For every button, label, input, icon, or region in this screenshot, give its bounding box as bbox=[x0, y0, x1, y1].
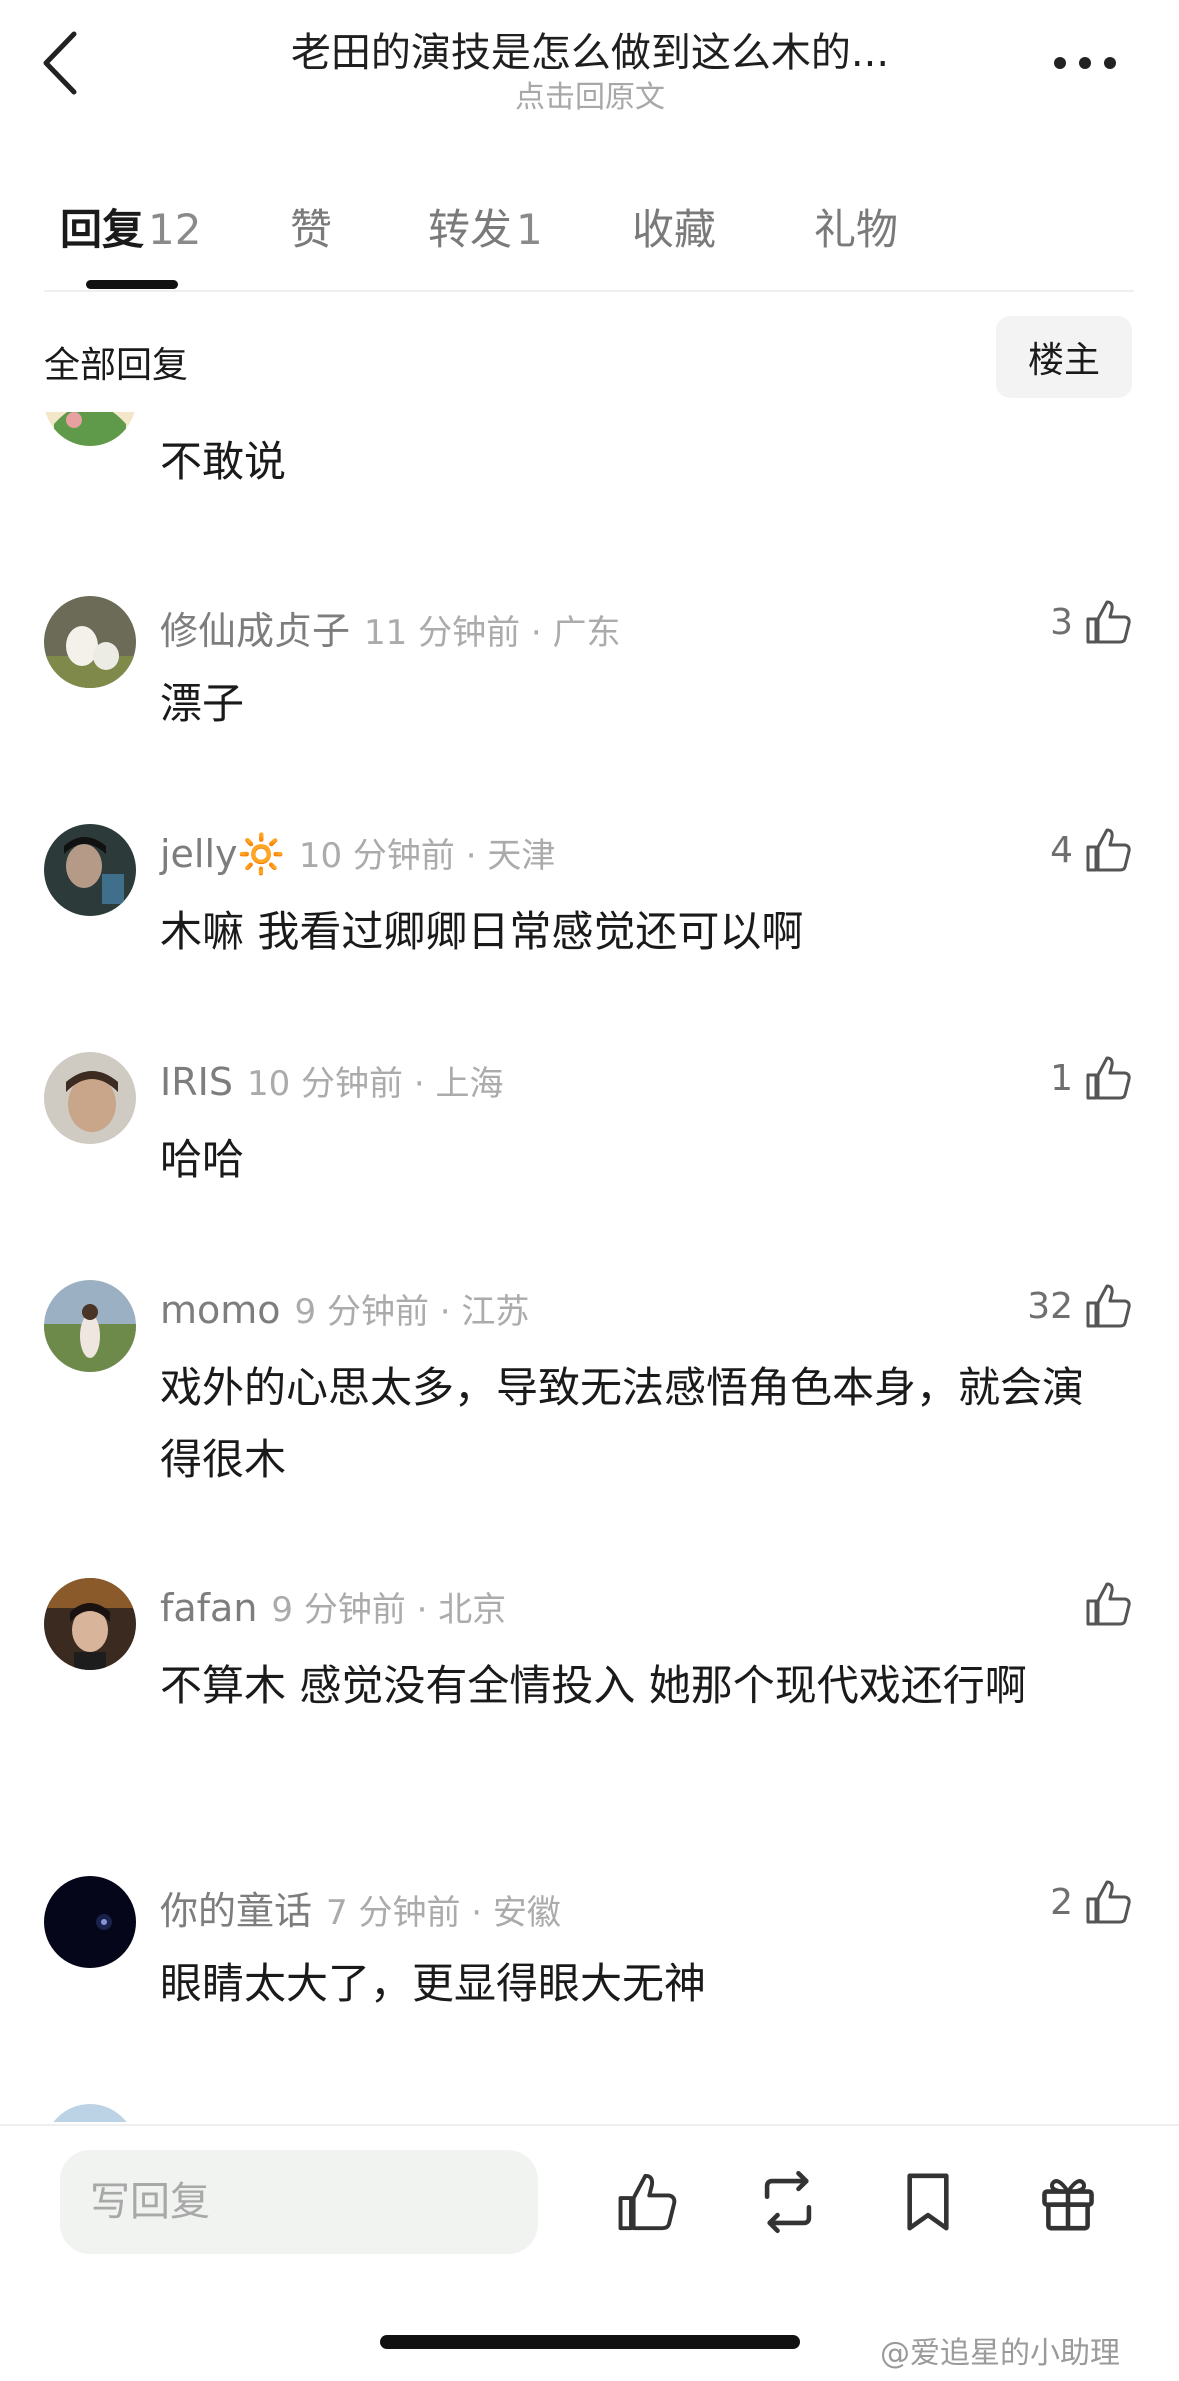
reply-input[interactable] bbox=[60, 2150, 538, 2254]
like-count: 4 bbox=[1050, 829, 1073, 871]
comment-meta: 10 分钟前 · 天津 bbox=[298, 836, 556, 876]
comment-meta: 9 分钟前 · 北京 bbox=[271, 1590, 507, 1630]
bookmark-icon[interactable] bbox=[894, 2168, 962, 2236]
like-button[interactable]: 2 bbox=[1050, 1872, 1135, 1932]
thumbs-up-icon bbox=[1086, 1582, 1131, 1626]
username[interactable]: jelly🔆 bbox=[160, 832, 285, 876]
username[interactable]: 修仙成贞子 bbox=[160, 609, 350, 653]
tab-count: 12 bbox=[148, 205, 202, 254]
comment-header: fafan 9 分钟前 · 北京 bbox=[160, 1582, 506, 1631]
like-button[interactable]: 1 bbox=[1050, 1048, 1135, 1108]
comment-header: 修仙成贞子 11 分钟前 · 广东 bbox=[160, 600, 621, 655]
username[interactable]: momo bbox=[160, 1288, 281, 1332]
comment-text: 哈哈 bbox=[160, 1135, 245, 1184]
comment-text: 眼睛太大了，更显得眼大无神 bbox=[160, 1959, 707, 2008]
avatar[interactable] bbox=[44, 1876, 136, 1968]
like-post-icon[interactable] bbox=[614, 2168, 682, 2236]
comment-meta: 7 分钟前 · 安徽 bbox=[326, 1893, 561, 1933]
tab-label: 转发 bbox=[428, 205, 513, 254]
watermark: @爱追星的小助理 bbox=[880, 2336, 1120, 2371]
home-indicator bbox=[380, 2335, 800, 2349]
tab-label: 礼物 bbox=[814, 205, 899, 254]
like-button[interactable]: 32 bbox=[1027, 1276, 1135, 1336]
like-button[interactable]: 4 bbox=[1050, 820, 1135, 880]
tab-likes[interactable]: 赞 bbox=[290, 196, 332, 257]
tab-label: 收藏 bbox=[632, 205, 717, 254]
gift-icon[interactable] bbox=[1034, 2168, 1102, 2236]
avatar[interactable] bbox=[44, 824, 136, 916]
like-count: 3 bbox=[1050, 601, 1073, 643]
avatar[interactable] bbox=[44, 1578, 136, 1670]
thumbs-up-icon bbox=[1086, 1880, 1131, 1924]
avatar[interactable] bbox=[44, 1280, 136, 1372]
tab-gifts[interactable]: 礼物 bbox=[814, 196, 898, 257]
tab-label: 赞 bbox=[290, 205, 333, 254]
comment-text: 不算木 感觉没有全情投入 她那个现代戏还行啊 bbox=[160, 1661, 1027, 1710]
tab-reposts[interactable]: 转发1 bbox=[428, 196, 543, 257]
avatar[interactable] bbox=[44, 412, 136, 446]
thumbs-up-icon bbox=[1086, 828, 1131, 872]
avatar[interactable] bbox=[44, 2104, 136, 2122]
tab-divider bbox=[44, 290, 1134, 292]
username[interactable]: IRIS bbox=[160, 1060, 233, 1104]
back-arrow-icon[interactable] bbox=[36, 28, 92, 98]
thumbs-up-icon bbox=[1086, 1284, 1131, 1328]
like-count: 32 bbox=[1027, 1285, 1073, 1327]
comment-text: 戏外的心思太多，导致无法感悟角色本身，就会演得很木 bbox=[160, 1363, 1085, 1484]
comment-header: jelly🔆 10 分钟前 · 天津 bbox=[160, 828, 555, 877]
tab-favorites[interactable]: 收藏 bbox=[632, 196, 716, 257]
all-replies-heading: 全部回复 bbox=[44, 345, 189, 386]
comment-list[interactable]: 不敢说 修仙成贞子 11 分钟前 · 广东 3 漂子 jelly🔆 10 分钟前 ·… bbox=[0, 412, 1179, 2122]
comment-meta: 9 分钟前 · 江苏 bbox=[294, 1292, 530, 1332]
like-count: 2 bbox=[1050, 1881, 1073, 1923]
comment-header: IRIS 10 分钟前 · 上海 bbox=[160, 1056, 503, 1105]
tab-count: 1 bbox=[516, 205, 543, 254]
like-button[interactable]: 3 bbox=[1050, 592, 1135, 652]
avatar[interactable] bbox=[44, 596, 136, 688]
like-button[interactable] bbox=[1073, 1574, 1135, 1634]
comment-header: 你的童话 7 分钟前 · 安徽 bbox=[160, 1880, 561, 1935]
comment-header: momo 9 分钟前 · 江苏 bbox=[160, 1284, 529, 1333]
thumbs-up-icon bbox=[1086, 600, 1131, 644]
username[interactable]: 你的童话 bbox=[160, 1889, 312, 1933]
username[interactable]: fafan bbox=[160, 1586, 257, 1630]
comment-text: 木嘛 我看过卿卿日常感觉还可以啊 bbox=[160, 907, 804, 956]
avatar[interactable] bbox=[44, 1052, 136, 1144]
like-count: 1 bbox=[1050, 1057, 1073, 1099]
thumbs-up-icon bbox=[1086, 1056, 1131, 1100]
comment-meta: 10 分钟前 · 上海 bbox=[246, 1064, 504, 1104]
comment-text: 不敢说 bbox=[160, 437, 287, 486]
comment-meta: 11 分钟前 · 广东 bbox=[364, 613, 621, 653]
tab-replies[interactable]: 回复12 bbox=[60, 196, 201, 257]
owner-filter-button[interactable]: 楼主 bbox=[996, 316, 1132, 398]
active-tab-indicator bbox=[86, 280, 178, 289]
back-to-original-link[interactable]: 点击回原文 bbox=[200, 72, 980, 116]
repost-icon[interactable] bbox=[754, 2168, 822, 2236]
comment-text: 漂子 bbox=[160, 679, 245, 728]
post-title[interactable]: 老田的演技是怎么做到这么木的... bbox=[200, 20, 980, 78]
tab-label: 回复 bbox=[60, 205, 145, 254]
more-options-icon[interactable] bbox=[1050, 46, 1120, 80]
